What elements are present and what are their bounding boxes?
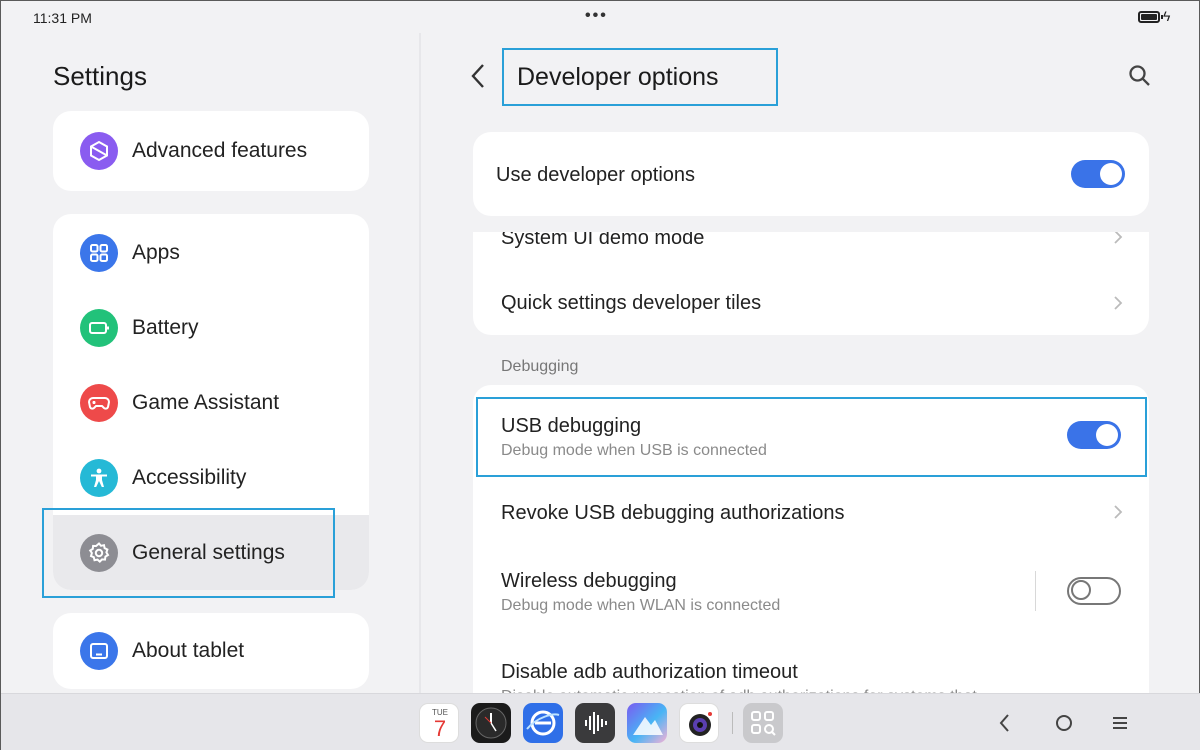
nav-home-icon <box>1056 715 1072 731</box>
wireless-debugging-label: Wireless debugging <box>501 570 677 592</box>
debugging-card: USB debugging Debug mode when USB is con… <box>473 385 1149 705</box>
sidebar-item-battery[interactable]: Battery <box>53 290 369 365</box>
gear-icon <box>80 533 118 572</box>
row-label: Quick settings developer tiles <box>501 292 762 314</box>
wireless-debugging-sub: Debug mode when WLAN is connected <box>501 597 781 614</box>
list-item-wireless-debugging[interactable]: Wireless debugging Debug mode when WLAN … <box>473 553 1149 631</box>
calendar-app[interactable]: TUE 7 <box>419 703 459 743</box>
back-button[interactable] <box>467 61 491 91</box>
tablet-icon <box>80 631 118 670</box>
status-time: 11:31 PM <box>33 10 92 26</box>
gamepad-icon <box>80 383 118 422</box>
list-item-quick-settings-tiles[interactable]: Quick settings developer tiles <box>473 270 1149 330</box>
main-menu-card: Apps Battery Game Assistant Accessibilit… <box>53 214 369 590</box>
search-button[interactable] <box>1127 63 1153 89</box>
sidebar-item-general-settings[interactable]: General settings <box>53 515 369 590</box>
browser-icon <box>526 710 560 736</box>
revoke-usb-label: Revoke USB debugging authorizations <box>501 502 845 524</box>
chevron-right-icon <box>1114 232 1123 244</box>
calendar-date: 7 <box>433 716 447 741</box>
clock-icon <box>475 707 507 739</box>
about-card: About tablet <box>53 613 369 689</box>
taskbar-dock: TUE 7 <box>1 693 1200 750</box>
list-item-revoke-usb[interactable]: Revoke USB debugging authorizations <box>473 481 1149 545</box>
sidebar-item-about-tablet[interactable]: About tablet <box>53 613 369 688</box>
usb-debugging-sub: Debug mode when USB is connected <box>501 442 767 459</box>
row-divider <box>1035 571 1036 611</box>
row-label: System UI demo mode <box>501 232 705 249</box>
status-bar: 11:31 PM ••• ϟ <box>1 1 1200 33</box>
sidebar-item-label: Apps <box>132 240 180 264</box>
search-icon <box>1129 65 1150 86</box>
mountain-icon <box>633 717 663 735</box>
sidebar-item-label: General settings <box>132 540 285 564</box>
accessibility-icon <box>80 458 118 497</box>
nav-recents-button[interactable] <box>1108 711 1132 735</box>
section-debugging: Debugging <box>501 358 579 375</box>
sidebar-item-label: Game Assistant <box>132 390 280 414</box>
more-dots[interactable]: ••• <box>585 7 608 25</box>
hexagon-icon <box>80 131 118 170</box>
sidebar-item-game-assistant[interactable]: Game Assistant <box>53 365 369 440</box>
usb-debugging-label: USB debugging <box>501 415 642 437</box>
chevron-left-icon <box>471 64 484 88</box>
nav-back-icon <box>999 714 1009 732</box>
nav-home-button[interactable] <box>1052 711 1076 735</box>
list-item-system-ui-demo[interactable]: System UI demo mode <box>473 232 1149 260</box>
sidebar-item-label: Advanced features <box>132 138 308 162</box>
use-dev-label: Use developer options <box>496 164 696 186</box>
wireless-debugging-toggle[interactable] <box>1067 577 1121 605</box>
developer-options-pane: Developer options Use developer options … <box>421 33 1200 705</box>
browser-app[interactable] <box>523 703 563 743</box>
usb-debugging-toggle[interactable] <box>1067 421 1121 449</box>
misc-card: System UI demo mode Quick settings devel… <box>473 232 1149 335</box>
dock-separator <box>732 712 733 734</box>
use-dev-toggle[interactable] <box>1071 160 1125 188</box>
battery-icon <box>80 308 118 347</box>
sidebar-item-advanced-features[interactable]: Advanced features <box>53 113 369 188</box>
chevron-right-icon <box>1114 505 1123 519</box>
advanced-card: Advanced features <box>53 111 369 191</box>
soundwave-icon <box>585 712 607 734</box>
nav-back-button[interactable] <box>993 711 1017 735</box>
sidebar-item-label: Accessibility <box>132 465 247 489</box>
charging-icon: ϟ <box>1163 8 1171 24</box>
gallery-app[interactable] <box>627 703 667 743</box>
camera-icon <box>689 712 712 736</box>
nav-menu-icon <box>1113 717 1127 729</box>
sidebar-item-accessibility[interactable]: Accessibility <box>53 440 369 515</box>
grid-icon <box>80 233 118 272</box>
recorder-app[interactable] <box>575 703 615 743</box>
use-dev-card[interactable]: Use developer options <box>473 132 1149 216</box>
camera-app[interactable] <box>679 703 719 743</box>
app-search-icon <box>751 711 776 736</box>
chevron-right-icon <box>1114 296 1123 310</box>
sidebar-item-label: About tablet <box>132 638 245 662</box>
page-title: Developer options <box>517 63 719 91</box>
battery-status-icon <box>1138 11 1163 23</box>
sidebar-item-apps[interactable]: Apps <box>53 215 369 290</box>
settings-title: Settings <box>53 61 147 91</box>
list-item-usb-debugging[interactable]: USB debugging Debug mode when USB is con… <box>473 395 1149 477</box>
settings-sidebar: Settings Advanced features Apps Battery <box>1 33 419 693</box>
clock-app[interactable] <box>471 703 511 743</box>
app-drawer-button[interactable] <box>743 703 783 743</box>
adb-timeout-label: Disable adb authorization timeout <box>501 661 798 683</box>
sidebar-item-label: Battery <box>132 315 199 339</box>
